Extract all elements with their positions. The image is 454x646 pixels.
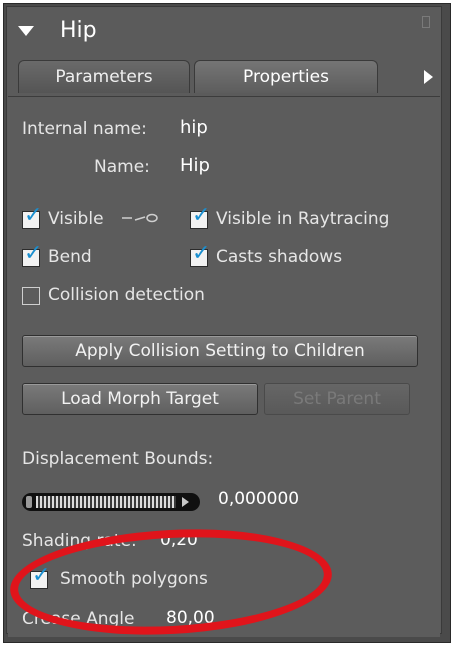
displacement-bounds-label: Displacement Bounds: — [22, 449, 214, 469]
set-parent-button: Set Parent — [264, 383, 410, 415]
smooth-polygons-checkbox[interactable]: ✓ — [30, 565, 50, 589]
slider-track — [36, 496, 176, 508]
tab-bar: Parameters Properties — [8, 58, 444, 98]
casts-shadows-checkbox[interactable]: ✓ — [190, 243, 210, 267]
tab-scroll-right-icon[interactable] — [424, 70, 433, 84]
name-label: Name: — [94, 157, 150, 177]
checkmark-icon: ✓ — [24, 241, 43, 266]
shading-rate-value[interactable]: 0,20 — [160, 530, 198, 550]
bend-checkbox[interactable]: ✓ — [22, 243, 42, 267]
apply-collision-button[interactable]: Apply Collision Setting to Children — [22, 335, 418, 367]
smooth-polygons-label: Smooth polygons — [60, 569, 208, 589]
visible-label: Visible — [48, 209, 104, 229]
tab-properties[interactable]: Properties — [194, 60, 378, 93]
visible-checkbox[interactable]: ✓ — [22, 205, 42, 229]
name-value[interactable]: Hip — [180, 155, 210, 176]
visible-in-raytracing-label: Visible in Raytracing — [216, 209, 390, 229]
tab-parameters[interactable]: Parameters — [18, 60, 190, 93]
collision-detection-checkbox[interactable] — [22, 287, 40, 305]
slider-arrow-icon[interactable] — [182, 497, 189, 507]
checkmark-icon: ✓ — [192, 203, 211, 228]
link-icon — [122, 213, 158, 223]
panel-grip-icon[interactable] — [422, 16, 430, 28]
internal-name-label: Internal name: — [22, 119, 147, 139]
collapse-triangle-icon[interactable] — [18, 26, 34, 36]
displacement-value[interactable]: 0,000000 — [218, 489, 299, 509]
internal-name-value: hip — [180, 117, 208, 138]
panel-header[interactable]: Hip — [10, 12, 430, 50]
shading-rate-label: Shading rate: — [22, 531, 137, 551]
checkmark-icon: ✓ — [192, 241, 211, 266]
panel-title: Hip — [60, 18, 97, 43]
crease-angle-value[interactable]: 80,00 — [166, 608, 215, 628]
slider-handle-icon[interactable] — [26, 496, 32, 508]
properties-content: Internal name: hip Name: Hip ✓ Visible ✓… — [8, 96, 440, 637]
visible-in-raytracing-checkbox[interactable]: ✓ — [190, 205, 210, 229]
checkmark-icon: ✓ — [32, 563, 51, 588]
load-morph-target-button[interactable]: Load Morph Target — [22, 383, 258, 415]
crease-angle-label: Crease Angle — [22, 609, 135, 629]
checkmark-icon: ✓ — [24, 203, 43, 228]
bend-label: Bend — [48, 247, 92, 267]
displacement-slider[interactable] — [22, 493, 200, 511]
collision-detection-label: Collision detection — [48, 285, 205, 305]
casts-shadows-label: Casts shadows — [216, 247, 343, 267]
